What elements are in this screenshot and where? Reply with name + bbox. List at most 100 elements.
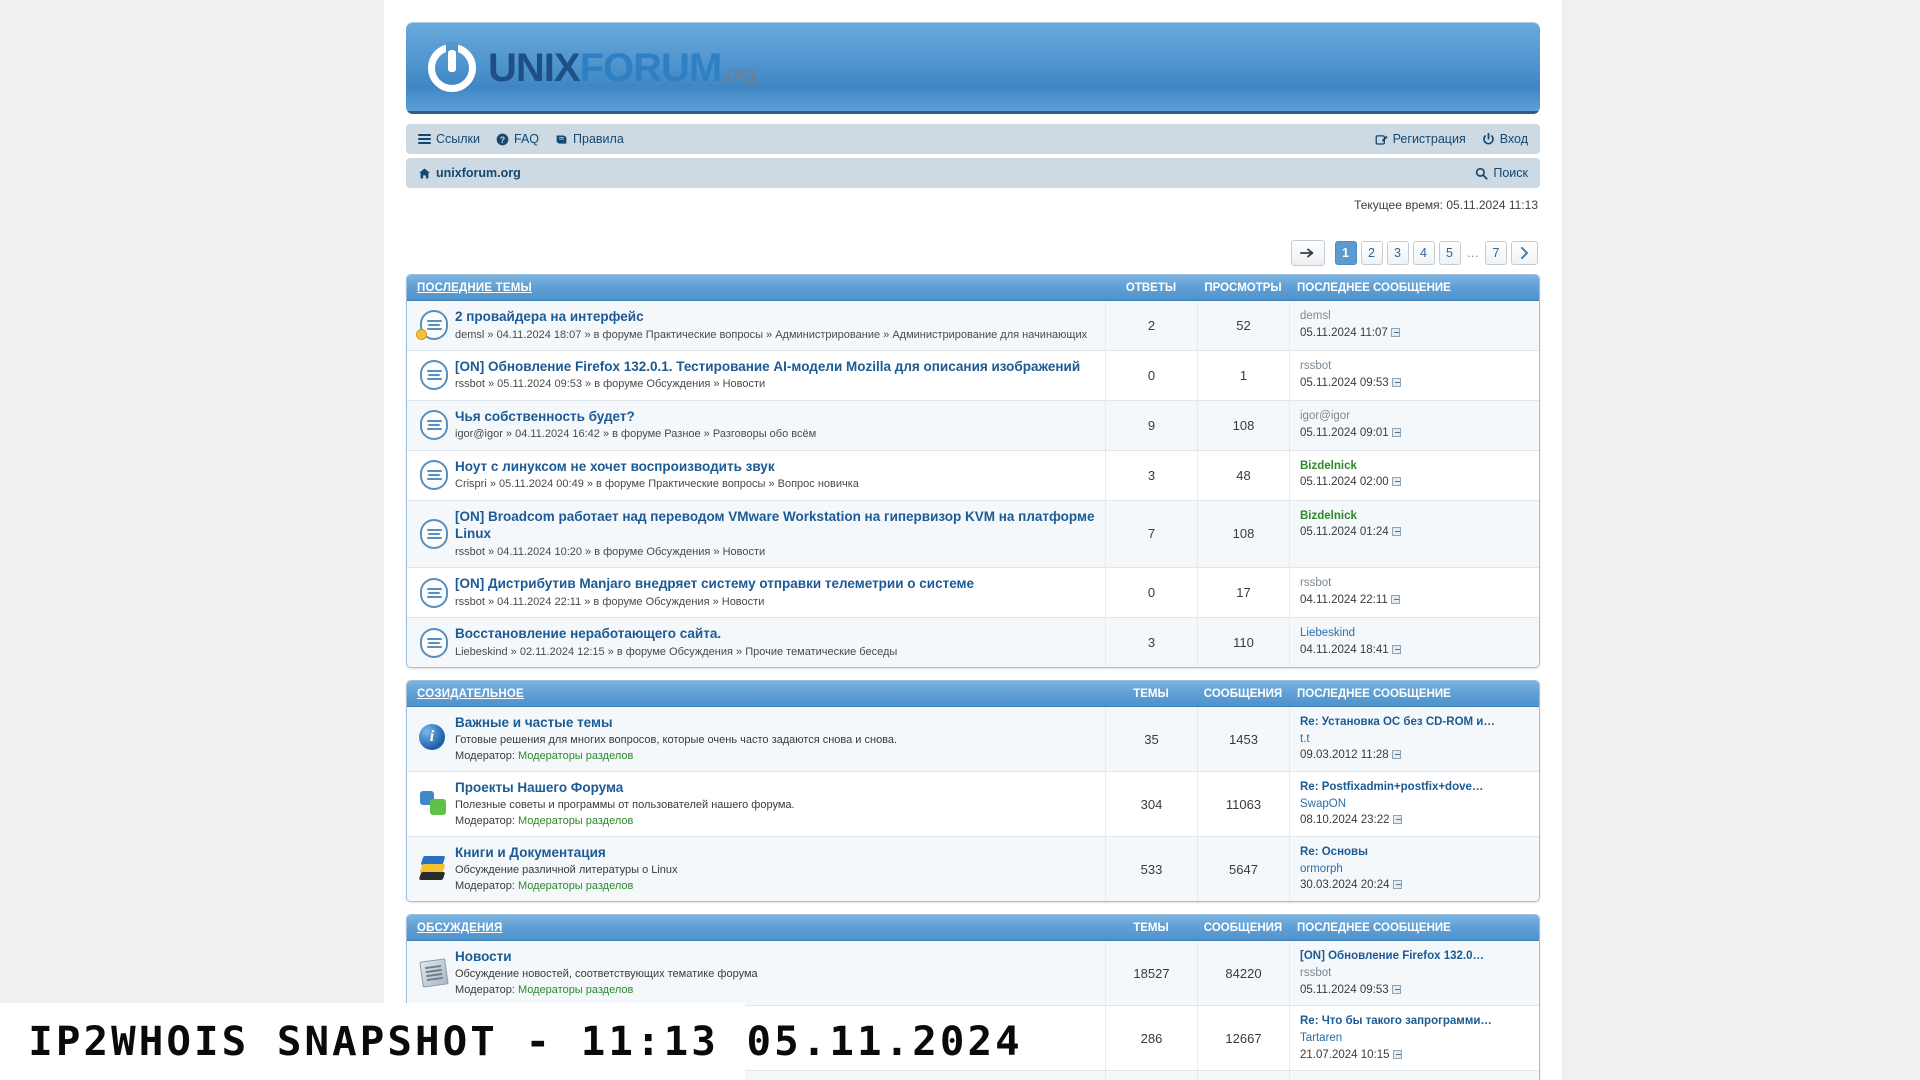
moderator-link[interactable]: Модераторы разделов [518,880,633,892]
lastpost-user[interactable]: Bizdelnick [1300,458,1531,475]
forum-topics: 533 [1105,837,1197,902]
page-button-3[interactable]: 3 [1386,241,1409,265]
goto-post-icon[interactable] [1392,815,1402,825]
block-title[interactable]: СОЗИДАТЕЛЬНОЕ [407,688,1105,700]
lastpost-date: 09.03.2012 11:28 [1300,747,1531,764]
lastpost-title[interactable]: Re: Основы [1300,844,1531,861]
goto-post-icon[interactable] [1391,750,1401,760]
goto-post-icon[interactable] [1392,1049,1402,1059]
forum-posts: 11063 [1197,772,1289,837]
page-button-5[interactable]: 5 [1438,241,1461,265]
forum-title[interactable]: Проекты Нашего Форума [455,779,1095,797]
lastpost-user[interactable]: ormorph [1300,861,1531,878]
forum-title[interactable]: Книги и Документация [455,844,1095,862]
search-link[interactable]: Поиск [1475,166,1528,180]
lastpost-user[interactable]: igor@igor [1300,408,1531,425]
lastpost-user[interactable]: rssbot [1300,358,1531,375]
goto-post-icon[interactable] [1391,984,1401,994]
block-title[interactable]: ОБСУЖДЕНИЯ [407,922,1105,934]
lastpost-title[interactable]: Re: Postfixadmin+postfix+dove… [1300,779,1531,796]
table-row[interactable]: Проекты Нашего Форума Полезные советы и … [407,772,1539,838]
topic-title[interactable]: Чья собственность будет? [455,408,1095,426]
table-row[interactable]: Восстановление неработающего сайта. Lieb… [407,618,1539,668]
table-row[interactable]: Новости Обсуждение новостей, соответству… [407,941,1539,1007]
nav-register[interactable]: Регистрация [1375,132,1466,146]
nav-faq[interactable]: ? FAQ [496,132,539,146]
table-row[interactable]: [ON] Broadcom работает над переводом VMw… [407,500,1539,569]
table-row[interactable]: Книги и Документация Обсуждение различно… [407,837,1539,902]
topic-replies: 3 [1105,618,1197,668]
lastpost-user[interactable]: rssbot [1300,575,1531,592]
table-row[interactable]: [ON] Дистрибутив Manjaro внедряет систем… [407,568,1539,619]
chevron-right-icon[interactable] [1511,241,1538,265]
table-row[interactable]: Ноут с линуксом не хочет воспроизводить … [407,450,1539,501]
lastpost-title[interactable]: Re: Установка ОС без CD-ROM и… [1300,714,1531,731]
topic-lastpost: igor@igor 05.11.2024 09:01 [1289,400,1539,450]
goto-post-icon[interactable] [1390,594,1400,604]
breadcrumb-navbar: unixforum.org Поиск [406,158,1540,188]
topic-title[interactable]: Восстановление неработающего сайта. [455,625,1095,643]
nav-rules[interactable]: Правила [555,132,624,146]
jump-to-page-icon[interactable] [1290,240,1325,266]
info-forum-icon: i [407,707,453,771]
table-row[interactable]: 2 провайдера на интерфейс demsl » 04.11.… [407,301,1539,351]
goto-post-icon[interactable] [1390,327,1400,337]
topic-title[interactable]: 2 провайдера на интерфейс [455,308,1095,326]
topic-title[interactable]: Ноут с линуксом не хочет воспроизводить … [455,458,1095,476]
navbar-search-group: Поиск [1475,166,1528,180]
table-row[interactable]: [ON] Обновление Firefox 132.0.1. Тестиро… [407,350,1539,401]
topic-views: 48 [1197,450,1289,500]
forum-lastpost: Re: Установка ОС без CD-ROM и… t.t 09.03… [1289,707,1539,772]
logo-unix-text: UNIX [488,46,581,90]
goto-post-icon[interactable] [1391,477,1401,487]
page-button-4[interactable]: 4 [1412,241,1435,265]
page-button-2[interactable]: 2 [1360,241,1383,265]
column-header-replies: ОТВЕТЫ [1125,281,1177,294]
forum-description: Обсуждение новостей, соответствующих тем… [455,967,758,980]
table-row[interactable]: Чья собственность будет? igor@igor » 04.… [407,400,1539,451]
lastpost-title[interactable]: [ON] Обновление Firefox 132.0… [1300,948,1531,965]
forum-title[interactable]: Важные и частые темы [455,714,1095,732]
moderator-link[interactable]: Модераторы разделов [518,984,633,996]
topic-title[interactable]: [ON] Дистрибутив Manjaro внедряет систем… [455,575,1095,593]
lastpost-date: 05.11.2024 02:00 [1300,474,1531,491]
moderator-link[interactable]: Модераторы разделов [518,750,633,762]
lastpost-date: 05.11.2024 09:53 [1300,982,1531,999]
lastpost-user[interactable]: Tartaren [1300,1030,1531,1047]
goto-post-icon[interactable] [1391,427,1401,437]
topic-title[interactable]: [ON] Broadcom работает над переводом VMw… [455,508,1095,543]
topic-title[interactable]: [ON] Обновление Firefox 132.0.1. Тестиро… [455,358,1095,376]
nav-links[interactable]: Ссылки [418,132,480,146]
goto-post-icon[interactable] [1391,377,1401,387]
lastpost-user[interactable]: demsl [1300,308,1531,325]
nav-login[interactable]: Вход [1482,132,1528,146]
lastpost-user[interactable]: Liebeskind [1300,625,1531,642]
page-button-last[interactable]: 7 [1485,241,1507,265]
breadcrumb-home[interactable]: unixforum.org [418,166,521,180]
forum-title[interactable]: Новости [455,948,1095,966]
table-row[interactable]: i Важные и частые темы Готовые решения д… [407,707,1539,773]
topic-lastpost: Bizdelnick 05.11.2024 01:24 [1289,500,1539,568]
breadcrumb: unixforum.org [418,166,521,180]
moderator-link[interactable]: Модераторы разделов [518,815,633,827]
topic-views: 108 [1197,500,1289,568]
block-header: ОБСУЖДЕНИЯ ТЕМЫ СООБЩЕНИЯ ПОСЛЕДНЕЕ СООБ… [407,915,1539,942]
goto-post-icon[interactable] [1391,644,1401,654]
column-header-topics: ТЕМЫ [1133,687,1169,700]
lastpost-user[interactable]: rssbot [1300,965,1531,982]
goto-post-icon[interactable] [1391,527,1401,537]
topic-icon [407,401,453,450]
topic-icon [407,568,453,617]
topic-meta: rssbot » 04.11.2024 22:11 » в форуме Обс… [455,595,765,608]
goto-post-icon[interactable] [1392,880,1402,890]
block-title[interactable]: ПОСЛЕДНИЕ ТЕМЫ [407,282,1105,294]
site-logo[interactable]: UNIXFORUM.org [428,44,756,92]
lastpost-title[interactable]: Re: Что бы такого запрограмми… [1300,1013,1531,1030]
lastpost-user[interactable]: SwapON [1300,796,1531,813]
page-button-1[interactable]: 1 [1334,241,1357,265]
forum-topics: 286 [1105,1006,1197,1071]
lastpost-user[interactable]: Bizdelnick [1300,508,1531,525]
topic-icon [407,501,453,567]
search-icon [1475,167,1488,180]
lastpost-user[interactable]: t.t [1300,731,1531,748]
